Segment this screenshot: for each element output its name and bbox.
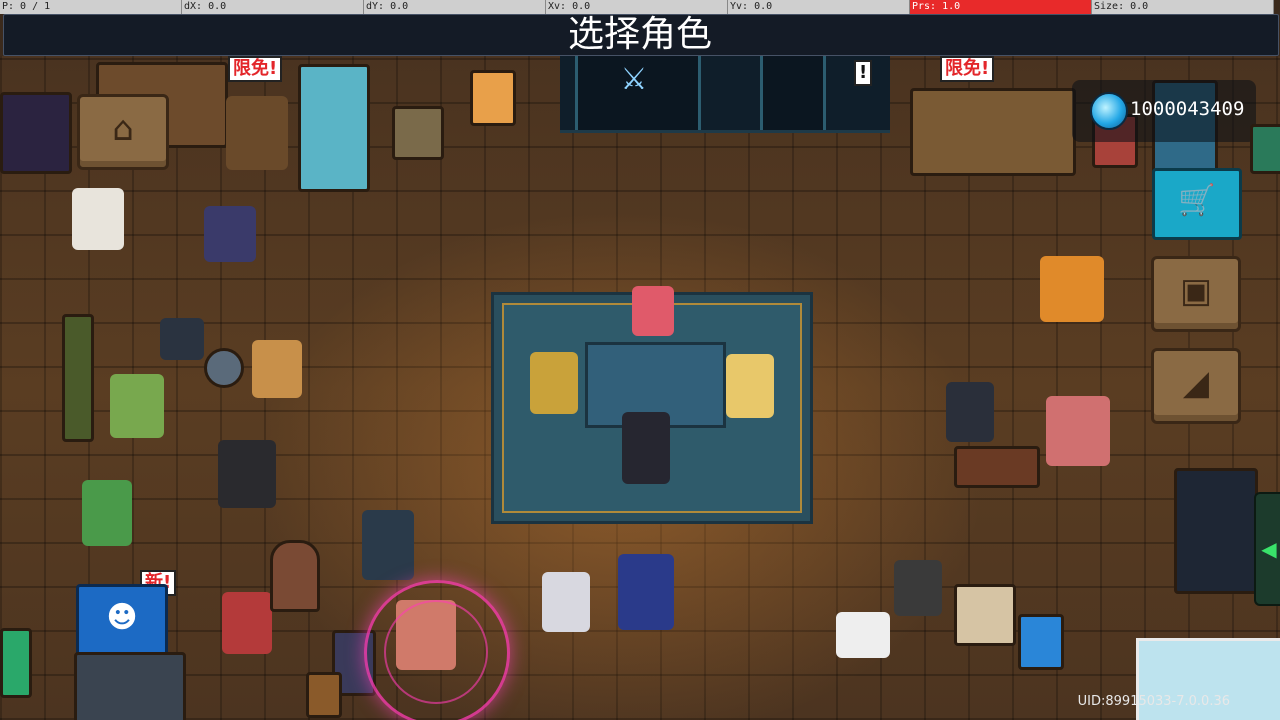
crossed-swords-icon: ⚔ bbox=[620, 62, 648, 97]
arcade-cabinet[interactable] bbox=[0, 92, 72, 174]
character-taoist[interactable] bbox=[362, 510, 414, 580]
merchant-counter[interactable] bbox=[910, 88, 1076, 176]
debug-pointer-count: P: 0 / 1 bbox=[0, 0, 182, 14]
book-pedestal[interactable] bbox=[470, 70, 516, 126]
character-necromancer[interactable] bbox=[204, 206, 256, 262]
gem-count: 1000043409 bbox=[1130, 98, 1245, 120]
pet-button[interactable]: ☻ bbox=[76, 584, 168, 658]
green-bin bbox=[0, 628, 32, 698]
shop-button[interactable]: 🛒 bbox=[1152, 168, 1242, 240]
home-icon: ⌂ bbox=[112, 109, 134, 149]
scroll-right-button[interactable]: ◀ bbox=[1254, 492, 1280, 606]
character-druid[interactable] bbox=[110, 374, 164, 438]
debug-dx: dX: 0.0 bbox=[182, 0, 364, 14]
debug-yv: Yv: 0.0 bbox=[728, 0, 910, 14]
water-cooler bbox=[1018, 614, 1064, 670]
projector[interactable] bbox=[1174, 468, 1258, 594]
character-robot[interactable] bbox=[894, 560, 942, 616]
profile-button[interactable]: ▣ bbox=[1151, 256, 1241, 332]
limited-free-badge: 限免! bbox=[228, 56, 283, 82]
character-assassin[interactable] bbox=[622, 412, 670, 484]
debug-size: Size: 0.0 bbox=[1092, 0, 1274, 14]
character-berserker[interactable] bbox=[218, 440, 276, 508]
stairs-button[interactable]: ◢ bbox=[1151, 348, 1241, 424]
lobby-scene[interactable]: ⚔ 限免! 限免! ! 新! ⌂ 1000043409 🛒 ▣ ◢ ☻ ◀ UI… bbox=[0, 56, 1280, 720]
pot bbox=[204, 348, 244, 388]
coffin[interactable] bbox=[270, 540, 320, 612]
side-door bbox=[760, 56, 826, 130]
npc-scarecrow-merchant[interactable] bbox=[226, 96, 288, 170]
character-werewolf[interactable] bbox=[252, 340, 302, 398]
home-button[interactable]: ⌂ bbox=[77, 94, 169, 170]
workshop-board bbox=[954, 584, 1016, 646]
character-elementalist[interactable] bbox=[542, 572, 590, 632]
pointer-debug-bar: P: 0 / 1 dX: 0.0 dY: 0.0 Xv: 0.0 Yv: 0.0… bbox=[0, 0, 1280, 14]
arrow-right-icon: ◀ bbox=[1261, 537, 1277, 561]
character-vampire[interactable] bbox=[222, 592, 272, 654]
character-officer[interactable] bbox=[618, 554, 674, 630]
debug-dy: dY: 0.0 bbox=[364, 0, 546, 14]
display-stand bbox=[392, 106, 444, 160]
gem-counter: 1000043409 bbox=[1072, 80, 1256, 142]
character-miner[interactable] bbox=[1040, 256, 1104, 322]
character-priest[interactable] bbox=[72, 188, 124, 250]
potted-plant bbox=[62, 314, 94, 442]
pet-black-cat[interactable] bbox=[160, 318, 204, 360]
character-swordsman[interactable] bbox=[946, 382, 994, 442]
stairs-icon: ◢ bbox=[1182, 363, 1210, 403]
robot-face-icon: ☻ bbox=[106, 600, 138, 635]
tea-table bbox=[954, 446, 1040, 488]
limited-free-badge-2: 限免! bbox=[940, 56, 995, 82]
character-alchemist[interactable] bbox=[632, 286, 674, 336]
pet-sheep[interactable] bbox=[836, 612, 890, 658]
magic-circle-inner bbox=[384, 600, 488, 704]
character-knight[interactable] bbox=[530, 352, 578, 414]
page-title: 选择角色 bbox=[567, 14, 712, 55]
claw-machine[interactable] bbox=[298, 64, 370, 192]
character-engineer-npc[interactable] bbox=[1046, 396, 1110, 466]
wooden-crate bbox=[306, 672, 342, 718]
shop-cart-icon: 🛒 bbox=[1178, 183, 1216, 218]
uid-label: UID:89915033-7.0.0.36 bbox=[1077, 694, 1230, 709]
debug-xv: Xv: 0.0 bbox=[546, 0, 728, 14]
profile-card-icon: ▣ bbox=[1179, 271, 1213, 311]
debug-pressure: Prs: 1.0 bbox=[910, 0, 1092, 14]
character-elf[interactable] bbox=[726, 354, 774, 418]
character-frog[interactable] bbox=[82, 480, 132, 546]
gem-icon bbox=[1090, 92, 1128, 130]
alert-badge: ! bbox=[854, 60, 873, 86]
pet-machine bbox=[74, 652, 186, 720]
green-terminal bbox=[1250, 124, 1280, 174]
